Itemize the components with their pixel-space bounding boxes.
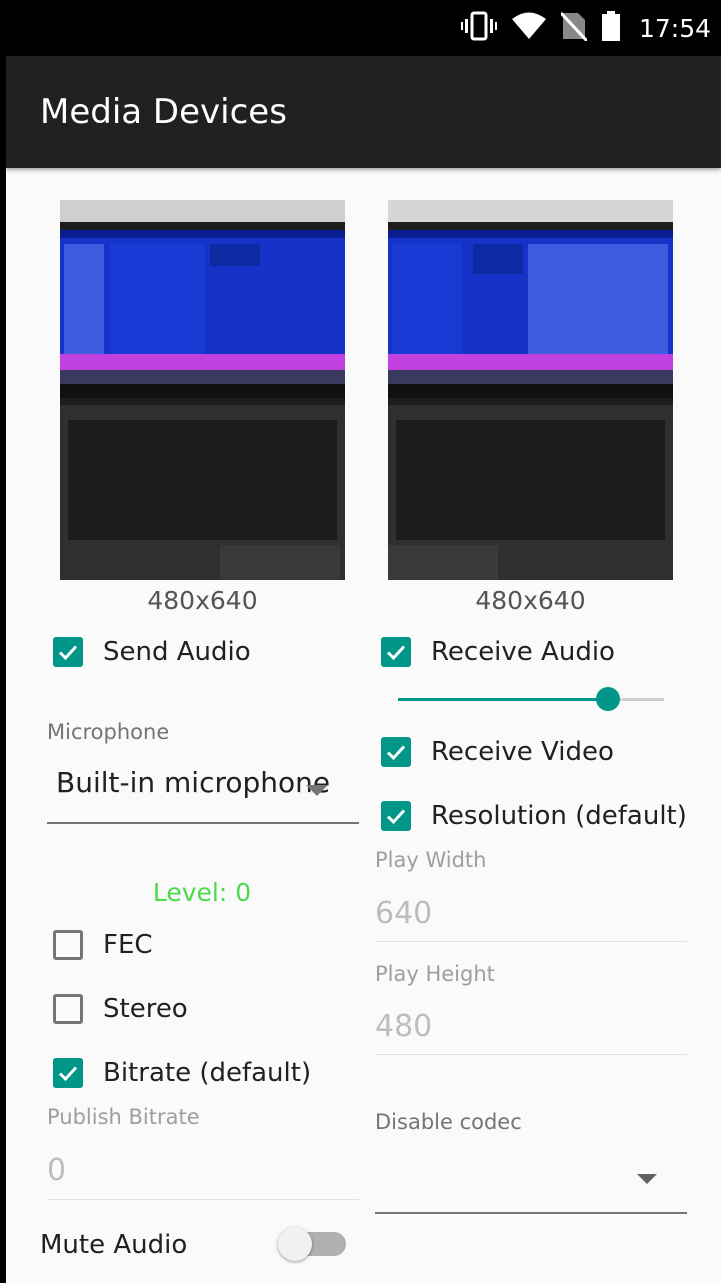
resolution-default-checkbox[interactable]: Resolution (default) (381, 801, 687, 831)
fec-checkbox[interactable]: FEC (53, 930, 153, 960)
send-audio-checkbox[interactable]: Send Audio (53, 637, 251, 667)
receive-audio-checkbox[interactable]: Receive Audio (381, 637, 615, 667)
status-bar: 17:54 (6, 0, 721, 56)
receive-video-checkbox[interactable]: Receive Video (381, 737, 614, 767)
mute-audio-switch[interactable] (278, 1227, 346, 1261)
play-height-caption: Play Height (375, 962, 495, 986)
checkbox-unchecked-icon (53, 930, 83, 960)
send-audio-label: Send Audio (103, 637, 251, 667)
stereo-checkbox[interactable]: Stereo (53, 994, 188, 1024)
bitrate-default-checkbox[interactable]: Bitrate (default) (53, 1058, 311, 1088)
stereo-label: Stereo (103, 994, 188, 1024)
disable-codec-dropdown-icon (637, 1170, 657, 1189)
checkbox-checked-icon (381, 637, 411, 667)
disable-codec-underline (375, 1212, 687, 1214)
volume-slider[interactable] (398, 687, 664, 711)
fec-label: FEC (103, 930, 153, 960)
checkbox-checked-icon (381, 737, 411, 767)
volume-slider-thumb[interactable] (596, 687, 621, 711)
remote-resolution-label: 480x640 (475, 586, 586, 615)
play-width-underline (375, 941, 687, 942)
screen: 17:54 Media Devices 480x640 480x640 Send… (6, 0, 721, 1283)
checkbox-checked-icon (53, 637, 83, 667)
audio-level-indicator: Level: 0 (152, 878, 252, 907)
microphone-caption: Microphone (47, 720, 170, 744)
receive-audio-label: Receive Audio (431, 637, 615, 667)
play-height-underline (375, 1054, 687, 1055)
bitrate-default-label: Bitrate (default) (103, 1058, 312, 1088)
microphone-dropdown-icon (306, 782, 328, 801)
mute-audio-switch-thumb[interactable] (278, 1227, 312, 1261)
microphone-spinner[interactable]: Built-in microphone (56, 766, 330, 799)
no-sim-icon (559, 11, 589, 45)
local-resolution-label: 480x640 (147, 586, 258, 615)
app-bar: Media Devices (6, 56, 721, 168)
resolution-default-label: Resolution (default) (431, 801, 687, 831)
local-video-preview (60, 200, 345, 580)
receive-video-label: Receive Video (431, 737, 614, 767)
mute-audio-label: Mute Audio (40, 1230, 188, 1260)
clock: 17:54 (638, 13, 711, 43)
checkbox-checked-icon (53, 1058, 83, 1088)
checkbox-checked-icon (381, 801, 411, 831)
remote-video-preview (388, 200, 673, 580)
wifi-icon (511, 11, 547, 45)
page-title: Media Devices (40, 92, 287, 132)
status-icons: 17:54 (460, 0, 711, 56)
checkbox-unchecked-icon (53, 994, 83, 1024)
volume-slider-fill (398, 698, 609, 701)
vibrate-icon (460, 11, 497, 45)
play-width-input[interactable]: 640 (375, 896, 432, 931)
publish-bitrate-input[interactable]: 0 (47, 1153, 66, 1188)
publish-bitrate-caption: Publish Bitrate (47, 1105, 200, 1129)
publish-bitrate-underline (47, 1199, 359, 1200)
microphone-underline (47, 822, 359, 824)
play-height-input[interactable]: 480 (375, 1009, 432, 1044)
battery-icon (601, 11, 621, 45)
play-width-caption: Play Width (375, 848, 487, 872)
disable-codec-caption: Disable codec (375, 1110, 522, 1134)
